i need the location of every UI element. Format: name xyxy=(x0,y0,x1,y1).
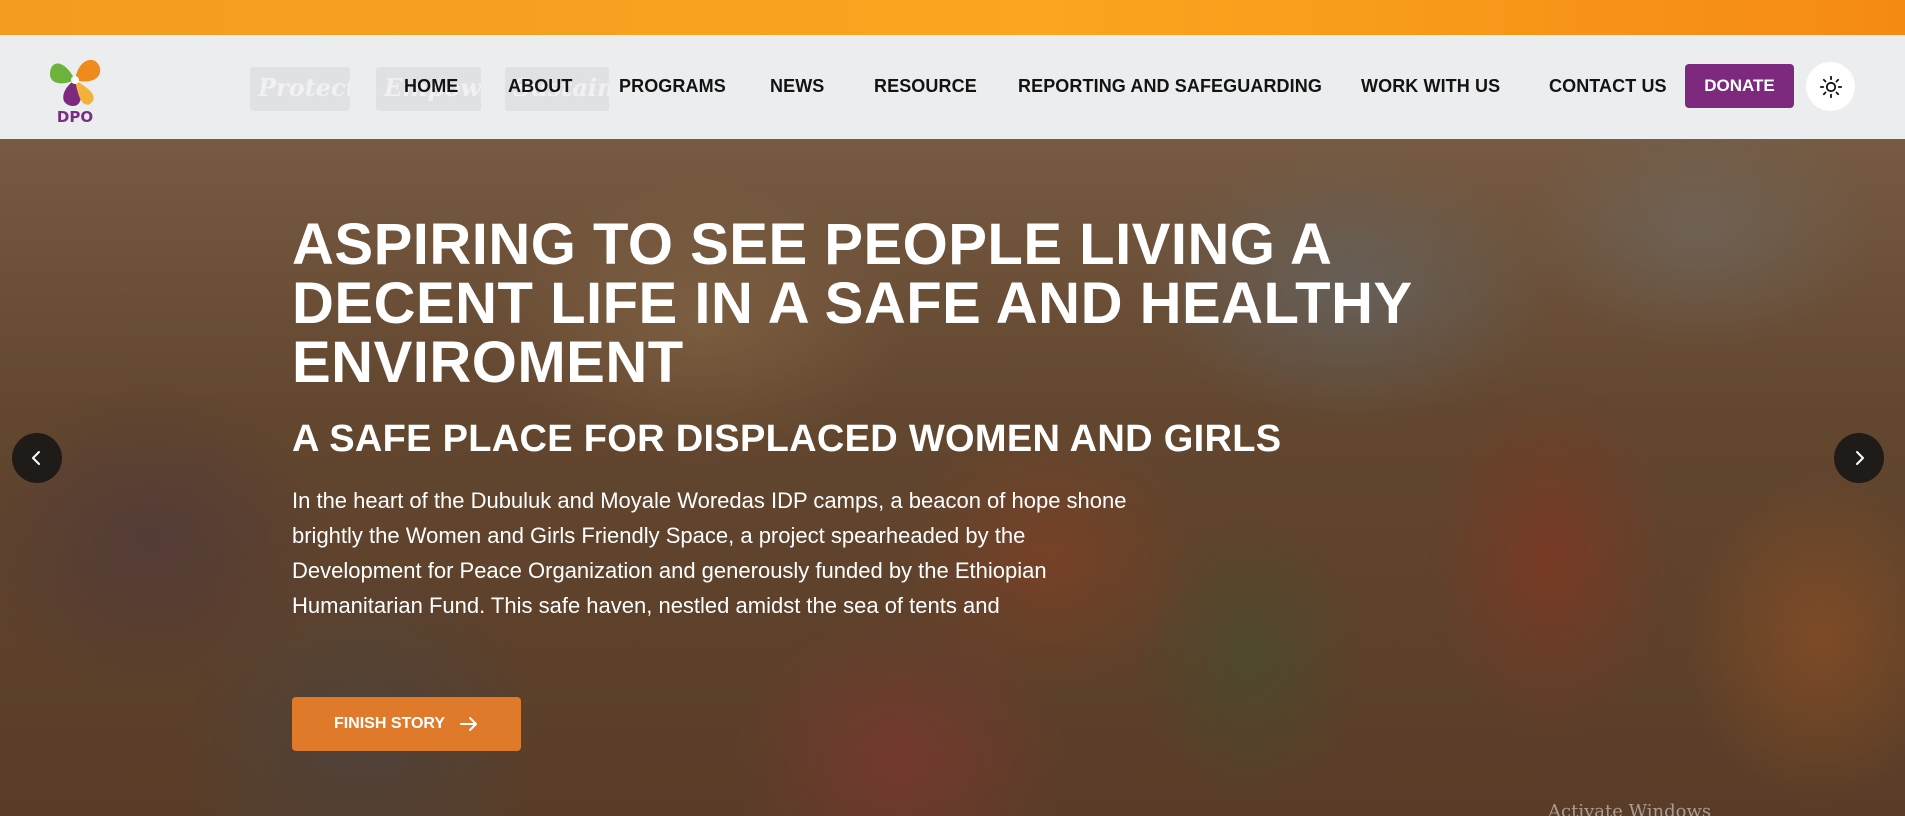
chevron-left-icon xyxy=(32,451,40,465)
arrow-right-icon xyxy=(460,717,478,731)
nav-reporting-safeguarding[interactable]: REPORTING AND SAFEGUARDING xyxy=(1018,76,1322,97)
slider-prev-button[interactable] xyxy=(12,433,62,483)
sun-icon xyxy=(1819,75,1842,98)
hero-slider: ASPIRING TO SEE PEOPLE LIVING A DECENT L… xyxy=(0,139,1905,816)
main-navbar: DPO Protect Empower Sustain HOME ABOUT P… xyxy=(0,35,1905,139)
hero-title: ASPIRING TO SEE PEOPLE LIVING A DECENT L… xyxy=(292,212,1412,395)
nav-resource[interactable]: RESOURCE xyxy=(874,76,977,97)
top-accent-bar xyxy=(0,0,1905,35)
hero-body-text: In the heart of the Dubuluk and Moyale W… xyxy=(292,488,1127,618)
nav-about[interactable]: ABOUT xyxy=(508,76,573,97)
donate-button[interactable]: DONATE xyxy=(1685,64,1794,108)
finish-story-label: FINISH STORY xyxy=(333,715,446,732)
hero-subtitle: A SAFE PLACE FOR DISPLACED WOMEN AND GIR… xyxy=(292,418,1282,460)
nav-work-with-us[interactable]: WORK WITH US xyxy=(1361,76,1500,97)
theme-toggle-button[interactable] xyxy=(1806,62,1855,111)
slider-next-button[interactable] xyxy=(1834,433,1884,483)
finish-story-button[interactable]: FINISH STORY xyxy=(292,697,521,751)
nav-home[interactable]: HOME xyxy=(404,76,458,97)
nav-news[interactable]: NEWS xyxy=(770,76,824,97)
nav-programs[interactable]: PROGRAMS xyxy=(619,76,726,97)
chevron-right-icon xyxy=(1856,451,1864,465)
primary-nav: HOME ABOUT PROGRAMS NEWS RESOURCE REPORT… xyxy=(0,35,1905,139)
nav-contact-us[interactable]: CONTACT US xyxy=(1549,76,1667,97)
activate-windows-watermark: Activate Windows xyxy=(1548,801,1712,816)
